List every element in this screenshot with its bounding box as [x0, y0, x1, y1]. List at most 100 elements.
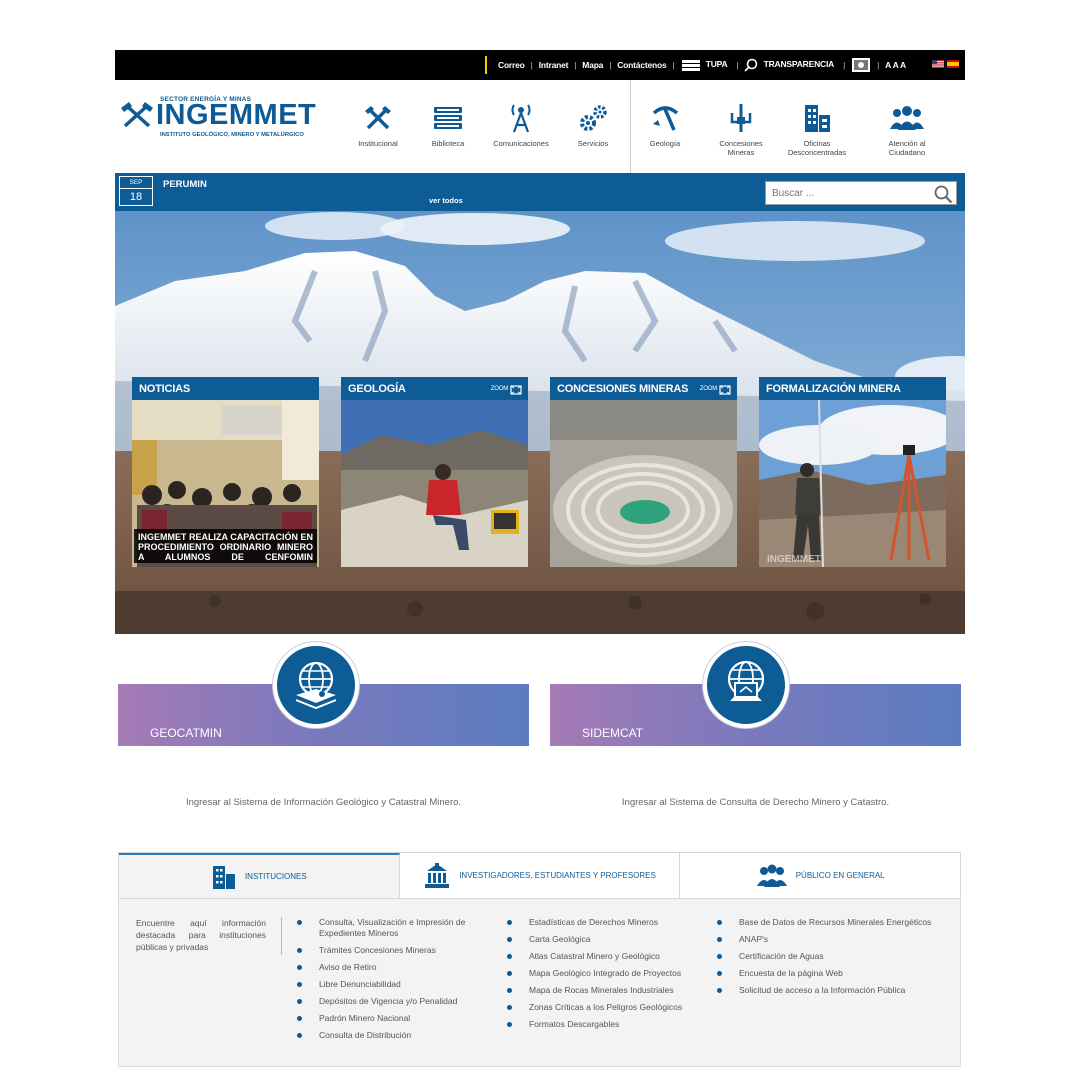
nav-label: Oficinas Desconcentradas — [787, 139, 847, 157]
transparencia-label: TRANSPARENCIA — [763, 59, 835, 70]
nav-label: Comunicaciones — [493, 139, 549, 148]
pipe-separator: | — [877, 60, 880, 70]
nav-geologia[interactable]: Geología — [630, 102, 700, 148]
link-intranet[interactable]: Intranet — [539, 60, 569, 70]
tupa-label: TUPA — [705, 59, 728, 70]
language-flags — [932, 60, 959, 68]
list-item[interactable]: Depósitos de Vigencia y/o Penalidad — [297, 996, 497, 1007]
list-item[interactable]: Zonas Críticas a los Peligros Geológicos — [507, 1002, 712, 1013]
hero-banner: NOTICIAS INGEMMET REALIZA CAPACITACIÓN E… — [115, 211, 965, 634]
link-correo[interactable]: Correo — [498, 60, 525, 70]
card-header: GEOLOGÍA ZOOM — [341, 377, 528, 400]
topbar-accent-line — [485, 56, 487, 74]
link-mapa[interactable]: Mapa — [582, 60, 603, 70]
mining-formalization-card[interactable]: FORMALIZACIÓN MINERA INGEMMET — [759, 377, 946, 567]
list-item[interactable]: Estadísticas de Derechos Mineros — [507, 917, 712, 928]
list-item[interactable]: Aviso de Retiro — [297, 962, 497, 973]
list-item[interactable]: Atlas Catastral Minero y Geológico — [507, 951, 712, 962]
nav-institucional[interactable]: Institucional — [343, 102, 413, 148]
search-icon[interactable] — [933, 184, 953, 204]
see-all-events-link[interactable]: ver todos — [429, 196, 463, 205]
globe-laptop-icon — [727, 660, 765, 701]
search-box — [765, 181, 957, 205]
zoom-icon — [510, 384, 522, 395]
pipe-separator: | — [609, 60, 612, 70]
links-column-2: Estadísticas de Derechos Mineros Carta G… — [507, 917, 712, 1036]
tab-label: PÚBLICO EN GENERAL — [795, 871, 885, 880]
spanish-flag-icon[interactable] — [947, 60, 959, 68]
ingemmet-logo[interactable]: SECTOR ENERGÍA Y MINAS INGEMMET INSTITUT… — [120, 96, 335, 146]
nav-label: Biblioteca — [431, 139, 465, 148]
link-tupa[interactable]: TUPA — [681, 59, 731, 72]
list-item[interactable]: Encuesta de la página Web — [717, 968, 937, 979]
list-item[interactable]: ANAP's — [717, 934, 937, 945]
zoom-button[interactable]: ZOOM — [491, 377, 522, 402]
audience-tabs: INSTITUCIONES INVESTIGADORES, ESTUDIANTE… — [118, 852, 961, 899]
accessibility-icon — [852, 58, 871, 72]
geocatmin-emblem — [273, 642, 359, 728]
logo-subtitle-text: INSTITUTO GEOLÓGICO, MINERO Y METALÚRGIC… — [160, 132, 304, 138]
search-input[interactable] — [766, 182, 926, 204]
english-flag-icon[interactable] — [932, 60, 944, 68]
zoom-button[interactable]: ZOOM — [700, 377, 731, 402]
events-bar: SEP 18 PERUMIN ver todos — [115, 173, 965, 211]
font-size-controls[interactable]: A A A — [885, 60, 906, 70]
list-item[interactable]: Mapa Geológico Integrado de Proyectos — [507, 968, 712, 979]
tab-panel-instituciones: Encuentre aquí información destacada par… — [118, 899, 961, 1067]
zoom-label: ZOOM — [490, 386, 508, 392]
list-item[interactable]: Libre Denunciabilidad — [297, 979, 497, 990]
list-item[interactable]: Solicitud de acceso a la Información Púb… — [717, 985, 937, 996]
pipe-separator: | — [530, 60, 533, 70]
list-item[interactable]: Consulta, Visualización e Impresión de E… — [297, 917, 497, 939]
list-item[interactable]: Certificación de Aguas — [717, 951, 937, 962]
sidemcat-title: SIDEMCAT — [582, 726, 644, 740]
magnifier-icon — [744, 58, 758, 72]
nav-label: Geología — [649, 139, 681, 148]
geologist-photo — [341, 400, 528, 567]
list-item[interactable]: Mapa de Rocas Minerales Industriales — [507, 985, 712, 996]
list-item[interactable]: Base de Datos de Recursos Minerales Ener… — [717, 917, 937, 928]
nav-label: Institucional — [358, 139, 398, 148]
list-item[interactable]: Trámites Concesiones Mineras — [297, 945, 497, 956]
accessibility-button[interactable] — [851, 57, 871, 73]
list-item[interactable]: Formatos Descargables — [507, 1019, 712, 1030]
link-transparencia[interactable]: TRANSPARENCIA — [744, 58, 837, 72]
nav-atencion-ciudadano[interactable]: Atención al Ciudadano — [872, 102, 942, 157]
card-title: NOTICIAS — [132, 377, 319, 400]
geology-card[interactable]: GEOLOGÍA ZOOM — [341, 377, 528, 567]
page: Correo | Intranet | Mapa | Contáctenos | TUP… — [115, 50, 965, 1067]
card-title: FORMALIZACIÓN MINERA — [759, 377, 946, 400]
list-item[interactable]: Consulta de Distribución — [297, 1030, 497, 1041]
tab-investigadores[interactable]: INVESTIGADORES, ESTUDIANTES Y PROFESORES — [399, 853, 681, 898]
people-icon — [756, 864, 787, 887]
event-title-link[interactable]: PERUMIN — [163, 179, 207, 190]
mining-concessions-card[interactable]: CONCESIONES MINERAS ZOOM — [550, 377, 737, 567]
sidemcat-description[interactable]: Ingresar al Sistema de Consulta de Derec… — [550, 797, 961, 808]
nav-comunicaciones[interactable]: Comunicaciones — [486, 102, 556, 148]
card-header: CONCESIONES MINERAS ZOOM — [550, 377, 737, 400]
nav-oficinas-desconcentradas[interactable]: Oficinas Desconcentradas — [782, 102, 852, 157]
geocatmin-description[interactable]: Ingresar al Sistema de Información Geoló… — [118, 797, 529, 808]
pickaxe-icon — [652, 106, 679, 131]
link-contactenos[interactable]: Contáctenos — [617, 60, 666, 70]
open-pit-mine-photo — [550, 400, 737, 567]
nav-servicios[interactable]: Servicios — [558, 102, 628, 148]
nav-concesiones-mineras[interactable]: Concesiones Mineras — [706, 102, 776, 157]
list-item[interactable]: Padrón Minero Nacional — [297, 1013, 497, 1024]
news-card[interactable]: NOTICIAS INGEMMET REALIZA CAPACITACIÓN E… — [132, 377, 319, 567]
tab-label: INVESTIGADORES, ESTUDIANTES Y PROFESORES — [459, 871, 656, 880]
geocatmin-banner[interactable]: GEOCATMIN — [118, 642, 529, 746]
list-item[interactable]: Carta Geológica — [507, 934, 712, 945]
geocatmin-title: GEOCATMIN — [150, 726, 222, 740]
tab-publico-general[interactable]: PÚBLICO EN GENERAL — [680, 853, 961, 898]
news-image: INGEMMET REALIZA CAPACITACIÓN EN PROCEDI… — [132, 400, 319, 567]
card-title: CONCESIONES MINERAS — [557, 383, 689, 395]
event-date-box: SEP 18 — [119, 176, 153, 206]
tab-instituciones[interactable]: INSTITUCIONES — [119, 853, 400, 898]
zoom-label: ZOOM — [699, 386, 717, 392]
claim-icon — [730, 104, 752, 132]
sidemcat-banner[interactable]: SIDEMCAT — [550, 642, 961, 746]
ingemmet-watermark: INGEMMET — [767, 554, 821, 565]
nav-biblioteca[interactable]: Biblioteca — [413, 102, 483, 148]
tools-icon — [365, 106, 391, 130]
